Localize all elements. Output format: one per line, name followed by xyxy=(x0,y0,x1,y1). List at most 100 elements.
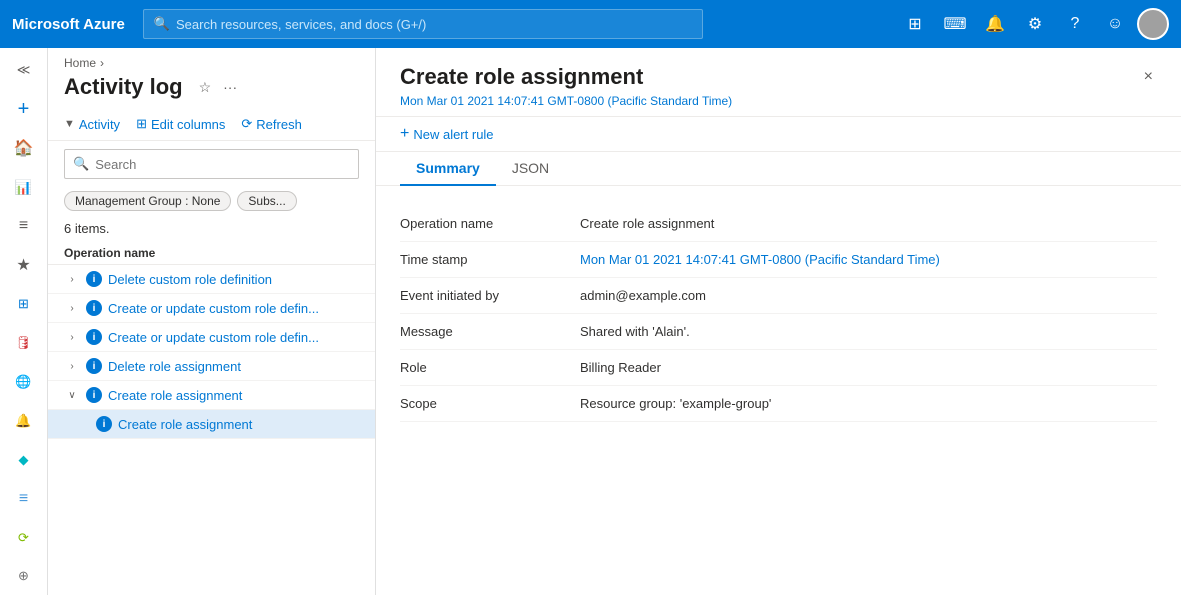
policy-icon: ◆ xyxy=(19,452,29,468)
sidebar-item-favorites[interactable]: ★ xyxy=(2,247,46,284)
help-icon[interactable]: ? xyxy=(1057,6,1093,42)
global-search-input[interactable] xyxy=(176,17,692,32)
info-icon: i xyxy=(96,416,112,432)
monitor-icon: ⟳ xyxy=(18,530,29,546)
panel-title: Create role assignment xyxy=(400,64,1140,90)
list-column-header: Operation name xyxy=(48,242,375,265)
panel-header: Create role assignment Mon Mar 01 2021 1… xyxy=(376,48,1181,117)
ellipsis-icon[interactable]: ··· xyxy=(219,77,241,97)
breadcrumb: Home › xyxy=(48,48,375,70)
bell-icon: 🔔 xyxy=(15,413,31,429)
close-button[interactable]: × xyxy=(1140,64,1157,90)
list-item[interactable]: › i Create or update custom role defin..… xyxy=(48,323,375,352)
star-icon: ★ xyxy=(16,255,30,275)
list-item[interactable]: i Create role assignment xyxy=(48,410,375,439)
detail-row-role: Role Billing Reader xyxy=(400,350,1157,386)
panel-title-section: Create role assignment Mon Mar 01 2021 1… xyxy=(400,64,1140,108)
refresh-button[interactable]: ⟳ Refresh xyxy=(241,112,301,136)
detail-row-operation: Operation name Create role assignment xyxy=(400,206,1157,242)
items-count: 6 items. xyxy=(48,215,375,242)
sidebar: ≪ + 🏠 📊 ≡ ★ ⊞ 🛢 🌐 🔔 ◆ xyxy=(0,48,48,595)
plus-icon: + xyxy=(400,125,409,143)
sidebar-item-monitor[interactable]: ⟳ xyxy=(2,519,46,556)
list-item[interactable]: › i Delete role assignment xyxy=(48,352,375,381)
tab-summary[interactable]: Summary xyxy=(400,152,496,186)
tab-json[interactable]: JSON xyxy=(496,152,565,186)
activity-dropdown[interactable]: ▼ Activity xyxy=(64,113,120,136)
search-box[interactable]: 🔍 xyxy=(64,149,359,179)
sql-icon: 🛢 xyxy=(15,335,32,351)
page-title: Activity log xyxy=(64,74,183,100)
new-alert-rule-button[interactable]: + New alert rule xyxy=(400,125,1157,143)
search-icon: 🔍 xyxy=(154,16,170,32)
info-icon: i xyxy=(86,329,102,345)
brand-name: Microsoft Azure xyxy=(12,16,125,33)
expand-icon: › xyxy=(64,271,80,287)
activity-list: › i Delete custom role definition › i Cr… xyxy=(48,265,375,595)
breadcrumb-separator: › xyxy=(100,56,104,70)
feedback-icon[interactable]: ☺ xyxy=(1097,6,1133,42)
expand-icon: › xyxy=(64,329,80,345)
resourcegroup-icon: ⊞ xyxy=(18,296,29,312)
home-icon: 🏠 xyxy=(14,138,34,158)
network-icon: 🌐 xyxy=(15,374,31,390)
advisor-icon: ⊕ xyxy=(18,568,29,584)
list-item[interactable]: › i Delete custom role definition xyxy=(48,265,375,294)
sidebar-item-home[interactable]: 🏠 xyxy=(2,130,46,167)
top-navigation: Microsoft Azure 🔍 ⊞ ⌨ 🔔 ⚙ ? ☺ xyxy=(0,0,1181,48)
refresh-icon: ⟳ xyxy=(241,116,252,132)
sidebar-item-sql[interactable]: 🛢 xyxy=(2,324,46,361)
sidebar-item-advisor[interactable]: ⊕ xyxy=(2,558,46,595)
filter-tags: Management Group : None Subs... xyxy=(48,187,375,215)
list-item[interactable]: ∨ i Create role assignment xyxy=(48,381,375,410)
search-input[interactable] xyxy=(95,157,350,172)
expand-icon: › xyxy=(64,358,80,374)
search-icon: 🔍 xyxy=(73,156,89,172)
panel-body: Operation name Create role assignment Ti… xyxy=(376,186,1181,595)
sidebar-item-notifications[interactable]: 🔔 xyxy=(2,402,46,439)
cloud-shell-icon[interactable]: ⌨ xyxy=(937,6,973,42)
sidebar-item-more[interactable]: ≡ xyxy=(2,480,46,517)
user-avatar[interactable] xyxy=(1137,8,1169,40)
list-icon: ≡ xyxy=(19,217,28,235)
sidebar-item-network[interactable]: 🌐 xyxy=(2,363,46,400)
list-item[interactable]: › i Create or update custom role defin..… xyxy=(48,294,375,323)
notification-bell-icon[interactable]: 🔔 xyxy=(977,6,1013,42)
info-icon: i xyxy=(86,358,102,374)
panel-toolbar: + New alert rule xyxy=(376,117,1181,152)
sidebar-item-allservices[interactable]: ≡ xyxy=(2,208,46,245)
settings-icon[interactable]: ⚙ xyxy=(1017,6,1053,42)
filter-tag-subscription[interactable]: Subs... xyxy=(237,191,296,211)
pin-icon[interactable]: ☆ xyxy=(195,77,216,98)
columns-icon: ⊞ xyxy=(136,116,147,132)
sidebar-create[interactable]: + xyxy=(2,91,46,128)
plus-icon: + xyxy=(18,98,30,121)
breadcrumb-home[interactable]: Home xyxy=(64,56,96,70)
panel-subtitle: Mon Mar 01 2021 14:07:41 GMT-0800 (Pacif… xyxy=(400,94,1140,108)
portal-menu-icon[interactable]: ⊞ xyxy=(897,6,933,42)
info-icon: i xyxy=(86,387,102,403)
info-icon: i xyxy=(86,271,102,287)
activity-label: Activity xyxy=(79,117,120,132)
page-title-row: Activity log ☆ ··· xyxy=(48,70,375,108)
filter-tag-management-group[interactable]: Management Group : None xyxy=(64,191,231,211)
panel-tabs: Summary JSON xyxy=(376,152,1181,186)
sidebar-item-dashboard[interactable]: 📊 xyxy=(2,169,46,206)
sidebar-collapse[interactable]: ≪ xyxy=(2,52,46,89)
sidebar-item-resourcegroups[interactable]: ⊞ xyxy=(2,286,46,323)
main-content: Home › Activity log ☆ ··· ▼ Activity ⊞ E… xyxy=(48,48,1181,595)
detail-row-scope: Scope Resource group: 'example-group' xyxy=(400,386,1157,422)
left-panel: Home › Activity log ☆ ··· ▼ Activity ⊞ E… xyxy=(48,48,376,595)
global-search-box[interactable]: 🔍 xyxy=(143,9,703,39)
detail-row-initiated: Event initiated by admin@example.com xyxy=(400,278,1157,314)
expand-icon: › xyxy=(64,300,80,316)
toolbar: ▼ Activity ⊞ Edit columns ⟳ Refresh xyxy=(48,108,375,141)
chevron-down-icon: ▼ xyxy=(64,118,75,130)
top-nav-icons: ⊞ ⌨ 🔔 ⚙ ? ☺ xyxy=(897,6,1169,42)
sidebar-item-policy[interactable]: ◆ xyxy=(2,441,46,478)
title-icons: ☆ ··· xyxy=(195,77,242,98)
info-icon: i xyxy=(86,300,102,316)
main-layout: ≪ + 🏠 📊 ≡ ★ ⊞ 🛢 🌐 🔔 ◆ xyxy=(0,48,1181,595)
edit-columns-button[interactable]: ⊞ Edit columns xyxy=(136,112,225,136)
expand-icon: ∨ xyxy=(64,387,80,403)
